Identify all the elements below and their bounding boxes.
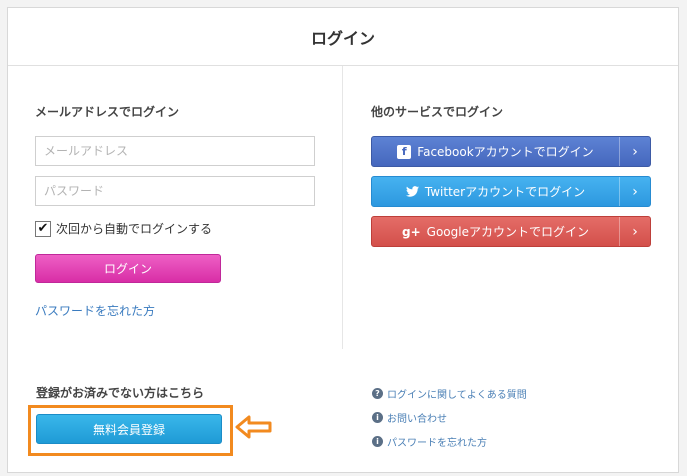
chevron-right-icon: › xyxy=(619,137,650,166)
google-login-main: g+ Googleアカウントでログイン xyxy=(372,217,619,246)
forgot-password-help-label: パスワードを忘れた方 xyxy=(387,438,487,449)
social-login-section: 他のサービスでログイン f Facebookアカウントでログイン › Twitt… xyxy=(344,66,678,349)
remember-label[interactable]: 次回から自動でログインする xyxy=(56,220,212,237)
twitter-login-button[interactable]: Twitterアカウントでログイン › xyxy=(371,176,651,207)
chevron-right-icon: › xyxy=(619,217,650,246)
info-icon: i xyxy=(372,436,383,447)
email-input[interactable] xyxy=(35,136,315,166)
facebook-login-button[interactable]: f Facebookアカウントでログイン › xyxy=(371,136,651,167)
email-login-section: メールアドレスでログイン ✔ 次回から自動でログインする ログイン パスワードを… xyxy=(8,66,343,349)
facebook-login-label: Facebookアカウントでログイン xyxy=(417,145,594,159)
header: ログイン xyxy=(8,8,678,66)
password-input[interactable] xyxy=(35,176,315,206)
google-login-button[interactable]: g+ Googleアカウントでログイン › xyxy=(371,216,651,247)
faq-link[interactable]: ? ログインに関してよくある質問 xyxy=(372,386,527,401)
page-title: ログイン xyxy=(310,28,375,48)
register-title: 登録がお済みでない方はこちら xyxy=(36,386,205,400)
forgot-password-help-link[interactable]: i パスワードを忘れた方 xyxy=(372,434,487,449)
google-login-label: Googleアカウントでログイン xyxy=(426,225,589,239)
twitter-login-main: Twitterアカウントでログイン xyxy=(372,177,619,206)
register-button[interactable]: 無料会員登録 xyxy=(36,414,222,444)
chevron-right-icon: › xyxy=(619,177,650,206)
remember-row: ✔ 次回から自動でログインする xyxy=(35,220,212,237)
forgot-password-link[interactable]: パスワードを忘れた方 xyxy=(35,302,155,319)
contact-link-label: お問い合わせ xyxy=(387,414,447,425)
google-plus-icon: g+ xyxy=(402,224,421,239)
social-login-title: 他のサービスでログイン xyxy=(371,105,504,119)
remember-checkbox[interactable]: ✔ xyxy=(35,220,51,237)
arrow-left-icon xyxy=(235,415,272,439)
info-icon: i xyxy=(372,412,383,423)
login-panel: ログイン メールアドレスでログイン ✔ 次回から自動でログインする ログイン パ… xyxy=(7,7,679,473)
facebook-icon: f xyxy=(397,144,412,159)
twitter-icon xyxy=(405,186,419,197)
email-login-title: メールアドレスでログイン xyxy=(35,105,180,119)
faq-link-label: ログインに関してよくある質問 xyxy=(387,390,527,401)
contact-link[interactable]: i お問い合わせ xyxy=(372,410,447,425)
login-button[interactable]: ログイン xyxy=(35,254,221,283)
facebook-login-main: f Facebookアカウントでログイン xyxy=(372,137,619,166)
register-section: 登録がお済みでない方はこちら 無料会員登録 ? ログインに関してよくある質問 i… xyxy=(8,350,678,472)
twitter-login-label: Twitterアカウントでログイン xyxy=(424,185,586,199)
question-icon: ? xyxy=(372,388,383,399)
check-icon: ✔ xyxy=(37,221,49,236)
